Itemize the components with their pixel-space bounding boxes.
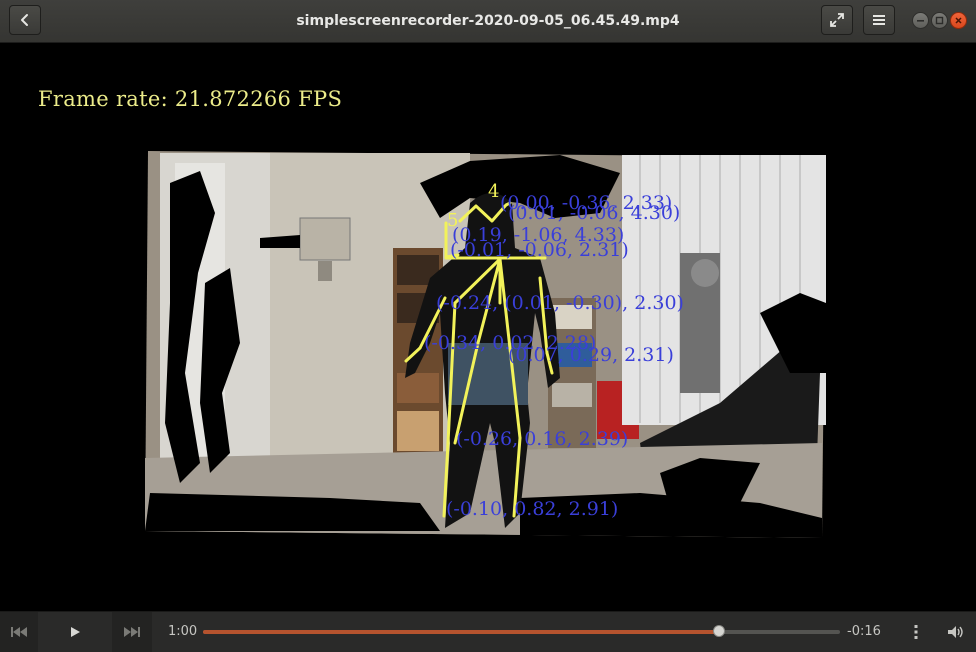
video-frame[interactable]: Frame rate: 21.872266 FPS 4 (0.00, -0.36… (0, 43, 976, 611)
seek-handle[interactable] (712, 625, 725, 637)
joint-label: 4 (488, 181, 499, 202)
joint-label: (0.01, -0.06, 4.30) (508, 202, 680, 224)
seek-bar[interactable] (203, 625, 840, 637)
play-icon (71, 627, 80, 637)
joint-label: (-0.26, 0.16, 2.39) (456, 428, 628, 450)
player-controls: 1:00 -0:16 (0, 611, 976, 652)
header-bar: simplescreenrecorder-2020-09-05_06.45.49… (0, 0, 976, 43)
hamburger-menu-icon (873, 15, 885, 25)
close-window-button[interactable] (950, 12, 967, 29)
elapsed-time: 1:00 (168, 624, 198, 639)
close-icon (955, 17, 962, 24)
options-button[interactable] (904, 612, 928, 652)
skip-forward-icon (124, 627, 140, 637)
remaining-time: -0:16 (847, 624, 881, 639)
volume-icon (948, 626, 963, 638)
chevron-left-icon (21, 14, 28, 26)
joint-label: (-0.10, 0.82, 2.91) (446, 498, 618, 520)
maximize-icon (935, 16, 944, 25)
joint-label: (0.07, 0.29, 2.31) (508, 344, 674, 366)
next-button[interactable] (112, 612, 152, 652)
maximize-window-button[interactable] (931, 12, 948, 29)
skip-back-icon (11, 627, 27, 637)
previous-button[interactable] (0, 612, 38, 652)
expand-icon (830, 13, 844, 27)
minimize-icon (917, 20, 924, 22)
menu-button[interactable] (863, 5, 895, 35)
joint-label: (-0.01, -0.06, 2.31) (450, 239, 629, 261)
vertical-dots-icon (914, 625, 918, 639)
volume-button[interactable] (942, 612, 970, 652)
play-button[interactable] (38, 612, 112, 652)
back-button[interactable] (9, 5, 41, 35)
joint-label: (-0.24, (0.01, -0.30), 2.30) (436, 292, 684, 314)
fullscreen-button[interactable] (821, 5, 853, 35)
minimize-window-button[interactable] (912, 12, 929, 29)
depth-camera-scene: 4 (0.00, -0.36, 2.33) (0.01, -0.06, 4.30… (145, 151, 826, 538)
seek-progress (203, 630, 719, 634)
